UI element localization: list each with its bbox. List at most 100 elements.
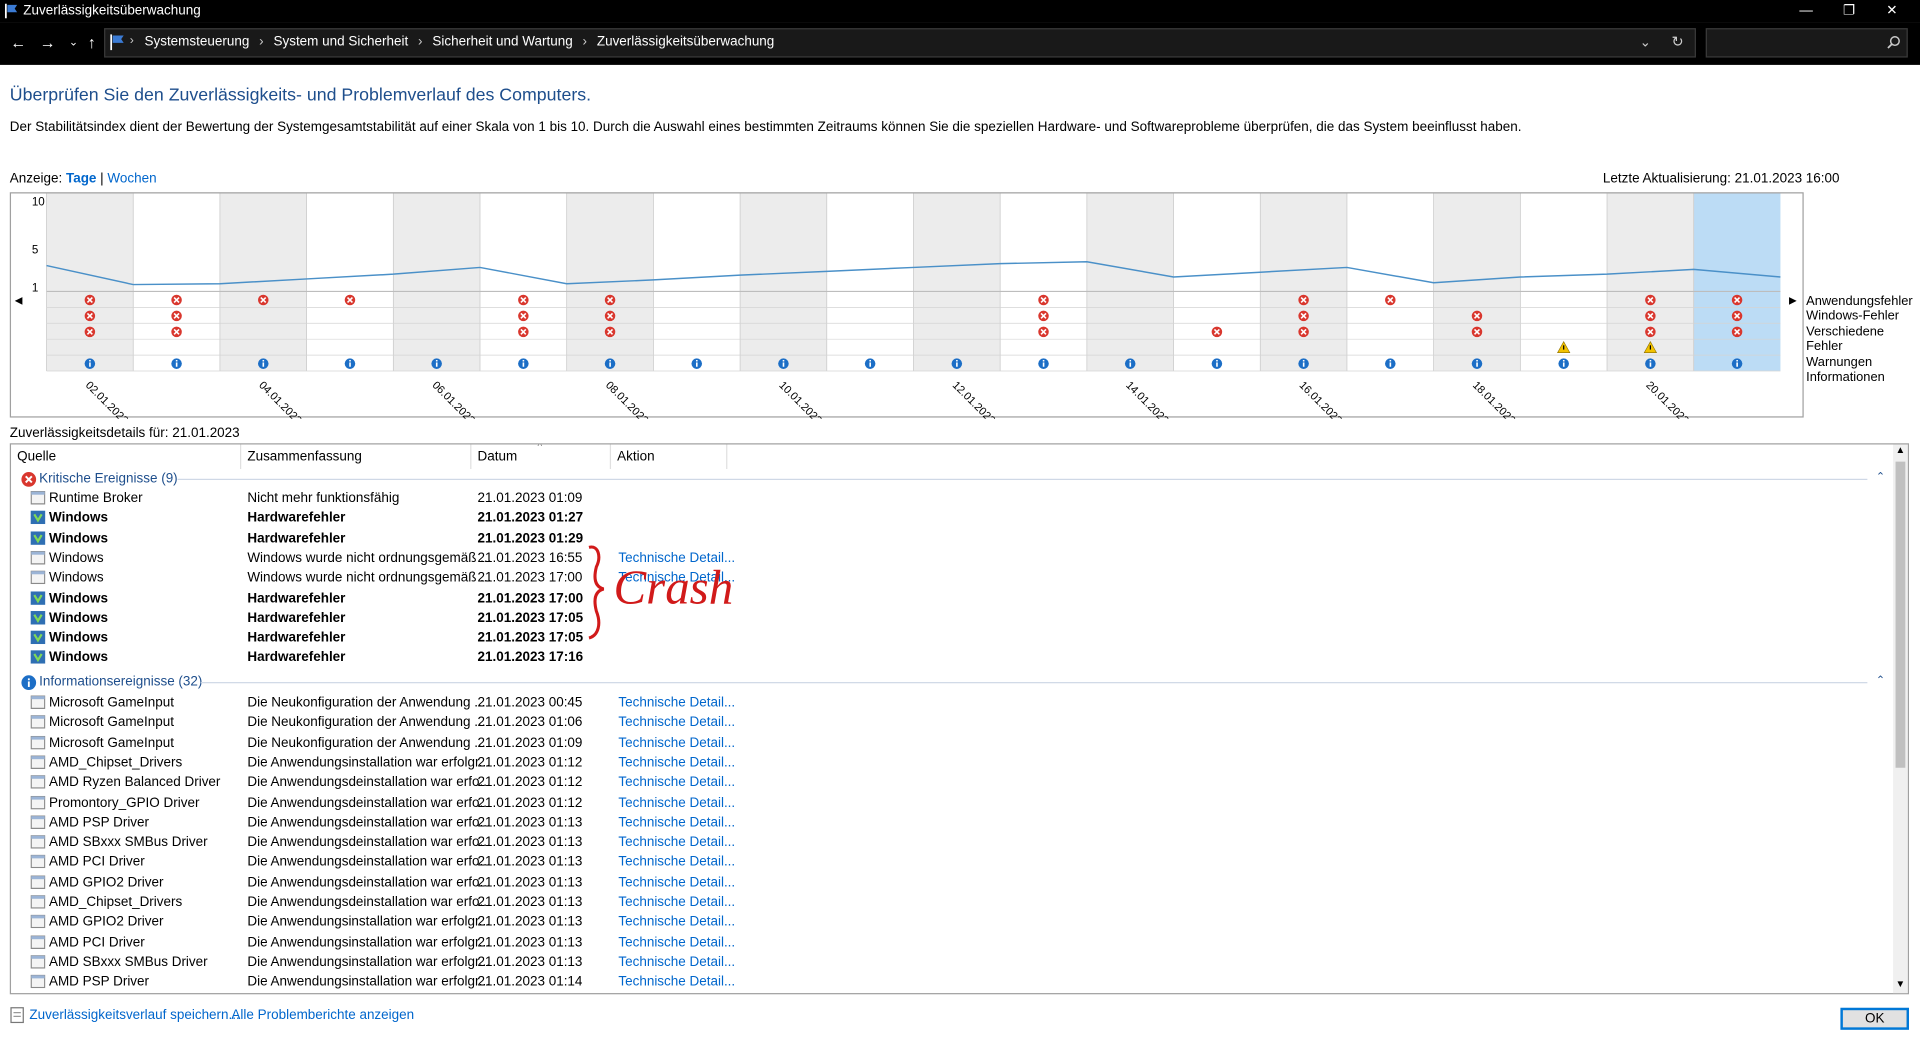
save-history-link[interactable]: Zuverlässigkeitsverlauf speichern... xyxy=(29,1008,239,1023)
info-icon[interactable] xyxy=(951,358,963,369)
address-dropdown-icon[interactable]: ⌄ xyxy=(1640,34,1651,51)
search-input[interactable] xyxy=(1705,28,1908,58)
row-action-link[interactable]: Technische Detail... xyxy=(618,696,735,711)
forward-arrow-icon[interactable]: → xyxy=(38,33,58,51)
col-summary[interactable]: Zusammenfassung xyxy=(241,444,472,469)
chart-scroll-right-icon[interactable]: ▶ xyxy=(1789,295,1797,306)
error-icon[interactable] xyxy=(171,310,182,322)
info-icon[interactable] xyxy=(1471,358,1483,369)
table-row[interactable]: Windows Windows wurde nicht ordnungsgemäß… xyxy=(11,548,1884,568)
chart-svg[interactable]: 10 5 1 02.01.2023 04.01.2023 06.01.2023 08.01.… xyxy=(11,193,1805,419)
error-icon[interactable] xyxy=(604,294,616,306)
row-action-link[interactable]: Technische Detail... xyxy=(618,955,735,970)
error-icon[interactable] xyxy=(171,294,182,306)
table-row[interactable]: AMD Ryzen Balanced Driver Die Anwendungsd… xyxy=(11,773,1884,793)
error-icon[interactable] xyxy=(84,310,96,322)
table-row[interactable]: Windows Windows wurde nicht ordnungsgemäß… xyxy=(11,568,1884,588)
table-row[interactable]: AMD PSP Driver Die Anwendungsinstallation… xyxy=(11,972,1884,992)
error-icon[interactable] xyxy=(1298,294,1309,306)
table-row[interactable]: AMD GPIO2 Driver Die Anwendungsinstallati… xyxy=(11,913,1884,933)
chart-column[interactable] xyxy=(1346,193,1434,372)
all-reports-link[interactable]: Alle Problemberichte anzeigen xyxy=(231,1008,414,1023)
error-icon[interactable] xyxy=(84,326,96,338)
chart-column[interactable] xyxy=(133,193,220,372)
error-icon[interactable] xyxy=(1471,326,1483,338)
chart-column[interactable] xyxy=(913,193,1001,372)
info-icon[interactable] xyxy=(171,358,182,369)
error-icon[interactable] xyxy=(518,294,529,306)
error-icon[interactable] xyxy=(1645,326,1656,338)
chart-column[interactable] xyxy=(1173,193,1261,372)
crumb-systemsteuerung[interactable]: Systemsteuerung xyxy=(144,34,249,49)
table-row[interactable]: Microsoft GameInput Die Neukonfiguration … xyxy=(11,733,1884,753)
ok-button[interactable]: OK xyxy=(1840,1007,1909,1030)
refresh-icon[interactable]: ↻ xyxy=(1671,33,1683,50)
error-icon[interactable] xyxy=(84,294,96,306)
row-action-link[interactable]: Technische Detail... xyxy=(618,755,735,770)
chart-column[interactable] xyxy=(306,193,394,372)
view-days-link[interactable]: Tage xyxy=(66,171,96,186)
table-row[interactable]: Windows Hardwarefehler 21.01.2023 01:29 xyxy=(11,528,1884,548)
row-action-link[interactable]: Technische Detail... xyxy=(618,795,735,810)
vertical-scrollbar[interactable]: ▲ ▼ xyxy=(1893,444,1908,994)
table-row[interactable]: AMD GPIO2 Driver Die Anwendungsdeinstalla… xyxy=(11,873,1884,893)
info-icon[interactable] xyxy=(1645,358,1656,369)
chart-column[interactable] xyxy=(393,193,481,372)
table-row[interactable]: Microsoft GameInput Die Neukonfiguration … xyxy=(11,713,1884,733)
back-arrow-icon[interactable]: ← xyxy=(9,33,29,51)
error-icon[interactable] xyxy=(518,326,529,338)
maximize-button[interactable]: ❐ xyxy=(1831,1,1868,21)
info-icon[interactable] xyxy=(1124,358,1136,369)
chart-column[interactable] xyxy=(1693,193,1781,372)
row-action-link[interactable]: Technische Detail... xyxy=(618,735,735,750)
table-row[interactable]: Windows Hardwarefehler 21.01.2023 17:05 xyxy=(11,608,1884,628)
table-row[interactable]: AMD PCI Driver Die Anwendungsinstallation… xyxy=(11,933,1884,953)
error-icon[interactable] xyxy=(1645,294,1656,306)
table-row[interactable]: Windows Hardwarefehler 21.01.2023 17:00 xyxy=(11,588,1884,608)
info-icon[interactable] xyxy=(1211,358,1223,369)
row-action-link[interactable]: Technische Detail... xyxy=(618,895,735,910)
table-row[interactable]: Runtime Broker Nicht mehr funktionsfähig 2… xyxy=(11,489,1884,509)
crumb-system-sicherheit[interactable]: System und Sicherheit xyxy=(273,34,408,49)
history-chevron-icon[interactable]: ⌄ xyxy=(64,36,84,49)
crumb-sicherheit-wartung[interactable]: Sicherheit und Wartung xyxy=(432,34,572,49)
table-row[interactable]: Microsoft GameInput Die Neukonfiguration … xyxy=(11,693,1884,713)
table-row[interactable]: AMD PCI Driver Die Anwendungsdeinstallati… xyxy=(11,853,1884,873)
close-button[interactable]: ✕ xyxy=(1873,1,1910,21)
error-icon[interactable] xyxy=(1038,326,1049,338)
error-icon[interactable] xyxy=(1298,310,1309,322)
error-icon[interactable] xyxy=(1645,310,1656,322)
row-action-link[interactable]: Technische Detail... xyxy=(618,855,735,870)
view-weeks-link[interactable]: Wochen xyxy=(107,171,156,186)
error-icon[interactable] xyxy=(1298,326,1309,338)
col-action[interactable]: Aktion xyxy=(611,444,728,469)
table-row[interactable]: AMD SBxxx SMBus Driver Die Anwendungsinst… xyxy=(11,953,1884,973)
error-icon[interactable] xyxy=(1731,294,1743,306)
table-row[interactable]: AMD PSP Driver Die Anwendungsdeinstallati… xyxy=(11,813,1884,833)
chart-column[interactable] xyxy=(1000,193,1087,372)
chart-column[interactable] xyxy=(826,193,914,372)
error-icon[interactable] xyxy=(1731,326,1743,338)
info-icon[interactable] xyxy=(1731,358,1743,369)
error-icon[interactable] xyxy=(1731,310,1743,322)
table-row[interactable]: AMD_Chipset_Drivers Die Anwendungsinstall… xyxy=(11,753,1884,773)
collapse-chevron-icon[interactable]: ⌃ xyxy=(1876,673,1885,686)
info-icon[interactable] xyxy=(1298,358,1309,369)
error-icon[interactable] xyxy=(518,310,529,322)
info-icon[interactable] xyxy=(864,358,876,369)
collapse-chevron-icon[interactable]: ⌃ xyxy=(1876,470,1885,483)
details-list[interactable]: Quelle Zusammenfassung Datum ^ Aktion Kr… xyxy=(9,443,1909,995)
row-action-link[interactable]: Technische Detail... xyxy=(618,815,735,830)
error-icon[interactable] xyxy=(344,294,356,306)
table-row[interactable]: Promontory_GPIO Driver Die Anwendungsdein… xyxy=(11,793,1884,813)
group-info[interactable]: Informationsereignisse (32) ⌃ xyxy=(21,672,1885,692)
error-icon[interactable] xyxy=(1038,294,1049,306)
info-icon[interactable] xyxy=(518,358,529,369)
error-icon[interactable] xyxy=(1211,326,1223,338)
chart-column[interactable] xyxy=(219,193,307,372)
table-row[interactable]: Windows Hardwarefehler 21.01.2023 17:16 xyxy=(11,648,1884,668)
error-icon[interactable] xyxy=(1038,310,1049,322)
info-icon[interactable] xyxy=(1038,358,1049,369)
table-row[interactable]: Windows Hardwarefehler 21.01.2023 01:27 xyxy=(11,509,1884,529)
up-arrow-icon[interactable]: ↑ xyxy=(82,33,102,51)
